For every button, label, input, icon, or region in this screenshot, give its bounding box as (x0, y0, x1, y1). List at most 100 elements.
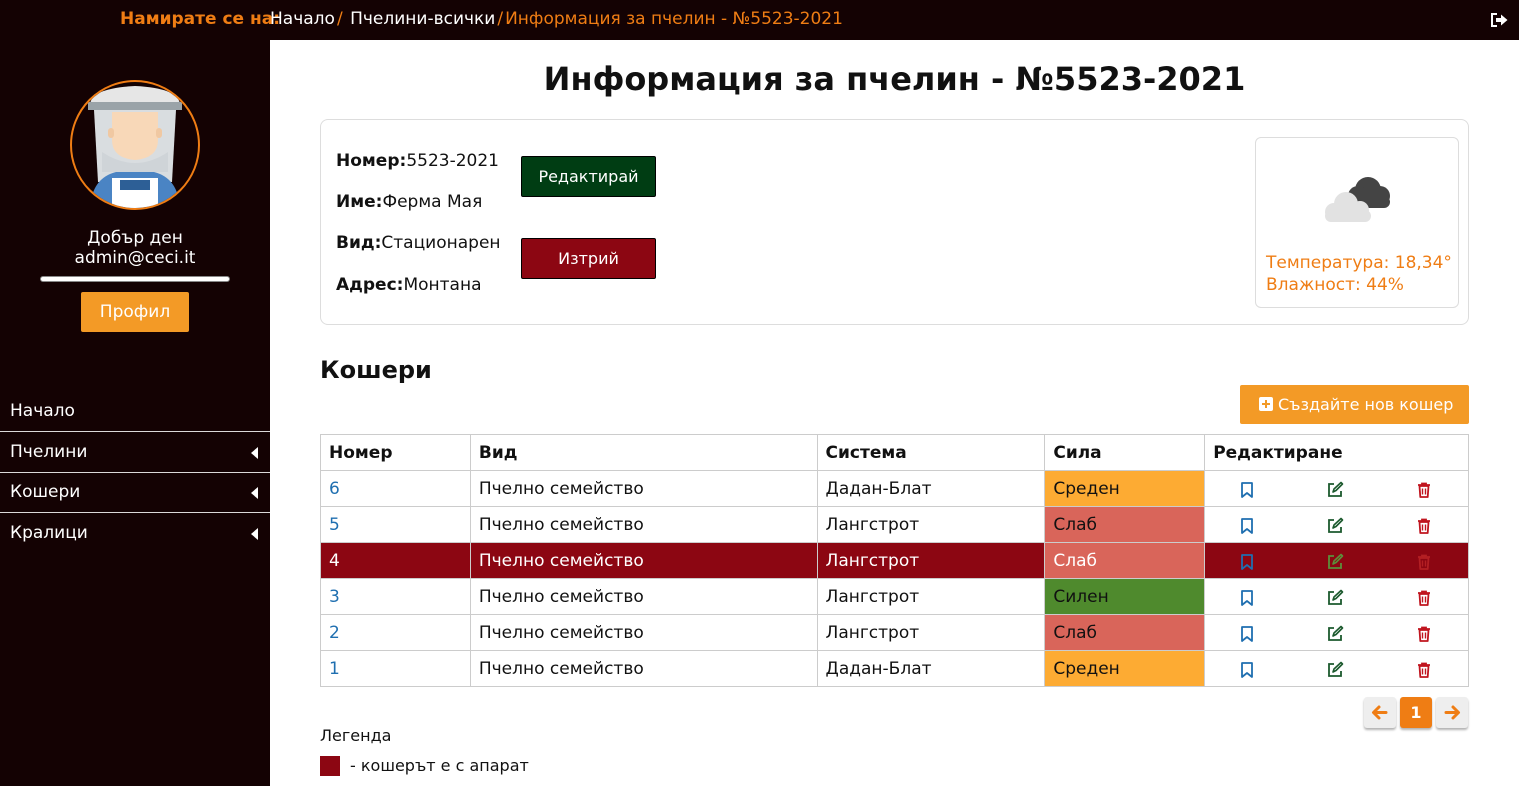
page-button-1[interactable]: 1 (1400, 697, 1432, 728)
bookmark-icon[interactable] (1238, 553, 1256, 571)
sidebar-item-label: Пчелини (10, 442, 88, 462)
bookmark-icon[interactable] (1238, 589, 1256, 607)
edit-icon[interactable] (1326, 589, 1344, 607)
table-row: 4 Пчелно семейство Лангстрот Слаб (320, 542, 1469, 579)
trash-icon[interactable] (1415, 517, 1433, 535)
hive-number-link[interactable]: 3 (320, 578, 471, 615)
temperature-text: Температура: 18,34° (1266, 253, 1452, 273)
trash-icon[interactable] (1415, 589, 1433, 607)
sidebar-item-hives[interactable]: Кошери (0, 472, 270, 512)
humidity-text: Влажност: 44% (1266, 275, 1404, 295)
table-row: 6 Пчелно семейство Дадан-Блат Среден (320, 470, 1469, 507)
hives-section-title: Кошери (320, 356, 432, 384)
edit-icon[interactable] (1326, 661, 1344, 679)
hive-type-cell: Пчелно семейство (469, 614, 818, 651)
hive-number-link[interactable]: 2 (320, 614, 471, 651)
legend-text: - кошерът е с апарат (350, 756, 529, 775)
bookmark-icon[interactable] (1238, 661, 1256, 679)
apiary-name-value: Ферма Мая (382, 192, 483, 212)
hive-number-link[interactable]: 5 (320, 506, 471, 543)
table-row: 3 Пчелно семейство Лангстрот Силен (320, 578, 1469, 615)
breadcrumb-label: Намирате се на: (120, 9, 280, 29)
top-bar: Намирате се на: Начало / Пчелини-всички / И… (0, 0, 1519, 40)
hive-strength-cell: Среден (1044, 470, 1206, 507)
table-row: 5 Пчелно семейство Лангстрот Слаб (320, 506, 1469, 543)
chevron-left-icon (251, 487, 258, 499)
sidebar-item-label: Кошери (10, 482, 81, 502)
next-page-button[interactable] (1436, 697, 1468, 728)
hive-strength-cell: Слаб (1044, 614, 1206, 651)
hive-type-cell: Пчелно семейство (469, 650, 818, 687)
breadcrumb-home[interactable]: Начало (270, 9, 335, 29)
trash-icon[interactable] (1415, 625, 1433, 643)
breadcrumb-separator: / (336, 9, 343, 29)
create-hive-label: Създайте нов кошер (1278, 395, 1454, 414)
sidebar-item-queens[interactable]: Кралици (0, 513, 270, 553)
hive-actions-cell (1204, 578, 1469, 615)
hive-type-cell: Пчелно семейство (469, 506, 818, 543)
column-header-actions: Редактиране (1204, 434, 1469, 471)
edit-icon[interactable] (1326, 517, 1344, 535)
hive-system-cell: Лангстрот (816, 506, 1046, 543)
legend-title: Легенда (320, 726, 392, 745)
user-email: admin@ceci.it (74, 248, 196, 268)
bookmark-icon[interactable] (1238, 625, 1256, 643)
delete-button[interactable]: Изтрий (521, 238, 656, 279)
breadcrumb-apiaries[interactable]: Пчелини-всички (350, 9, 495, 29)
apiary-number-value: 5523-2021 (406, 151, 499, 171)
apiary-type-label: Вид: (336, 233, 382, 253)
trash-icon[interactable] (1415, 553, 1433, 571)
hive-system-cell: Дадан-Блат (816, 470, 1046, 507)
avatar (70, 80, 200, 210)
user-progress-bar (40, 276, 230, 282)
trash-icon[interactable] (1415, 661, 1433, 679)
edit-button[interactable]: Редактирай (521, 156, 656, 197)
apiary-address-value: Монтана (403, 275, 482, 295)
legend-swatch (320, 756, 340, 776)
sidebar-item-home[interactable]: Начало (0, 391, 270, 431)
sidebar-item-apiaries[interactable]: Пчелини (0, 432, 270, 472)
hive-actions-cell (1204, 506, 1469, 543)
greeting-text: Добър ден (87, 228, 183, 248)
hive-type-cell: Пчелно семейство (469, 470, 818, 507)
hive-actions-cell (1204, 542, 1469, 579)
trash-icon[interactable] (1415, 481, 1433, 499)
plus-square-icon (1259, 397, 1273, 411)
hive-number-link[interactable]: 6 (320, 470, 471, 507)
sidebar-item-label: Кралици (10, 523, 88, 543)
edit-icon[interactable] (1326, 553, 1344, 571)
edit-icon[interactable] (1326, 481, 1344, 499)
hive-strength-cell: Среден (1044, 650, 1206, 687)
breadcrumb: Начало / Пчелини-всички / Информация за пче… (270, 9, 843, 29)
breadcrumb-current: Информация за пчелин - №5523-2021 (505, 9, 843, 29)
column-header-system: Система (816, 434, 1046, 471)
chevron-left-icon (251, 528, 258, 540)
apiary-number-label: Номер: (336, 151, 407, 171)
beekeeper-avatar-icon (88, 86, 182, 208)
hive-strength-cell: Слаб (1044, 542, 1206, 579)
logout-icon[interactable] (1489, 10, 1509, 30)
hive-type-cell: Пчелно семейство (469, 578, 818, 615)
bookmark-icon[interactable] (1238, 481, 1256, 499)
bookmark-icon[interactable] (1238, 517, 1256, 535)
weather-widget: Температура: 18,34° Влажност: 44% (1255, 137, 1459, 308)
arrow-left-icon (1372, 705, 1388, 720)
column-header-type: Вид (469, 434, 818, 471)
main-content: Информация за пчелин - №5523-2021 Номер:… (270, 40, 1519, 786)
hive-number-link[interactable]: 1 (320, 650, 471, 687)
apiary-address-label: Адрес: (336, 275, 404, 295)
hive-number-link[interactable]: 4 (320, 542, 471, 579)
hive-system-cell: Лангстрот (816, 542, 1046, 579)
prev-page-button[interactable] (1364, 697, 1396, 728)
edit-icon[interactable] (1326, 625, 1344, 643)
chevron-left-icon (251, 447, 258, 459)
hive-actions-cell (1204, 614, 1469, 651)
apiary-type-row: Вид:Стационарен (336, 233, 501, 253)
apiary-info-card: Номер:5523-2021 Име:Ферма Мая Вид:Стацио… (320, 119, 1469, 325)
column-header-number: Номер (320, 434, 471, 471)
hive-actions-cell (1204, 470, 1469, 507)
create-hive-button[interactable]: Създайте нов кошер (1240, 385, 1469, 424)
column-header-strength: Сила (1044, 434, 1206, 471)
apiary-address-row: Адрес:Монтана (336, 275, 482, 295)
profile-button[interactable]: Профил (81, 292, 189, 332)
